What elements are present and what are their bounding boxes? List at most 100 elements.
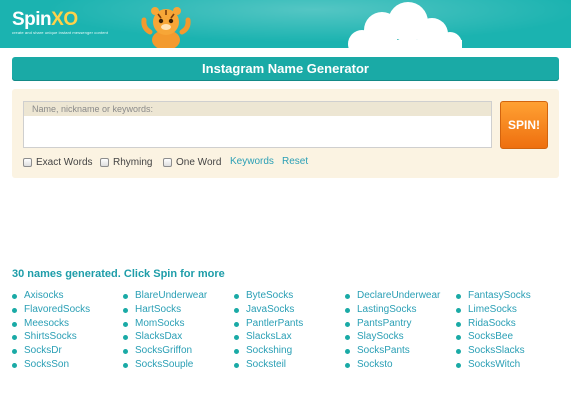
bullet-icon	[456, 294, 461, 299]
name-item[interactable]: ByteSocks	[234, 289, 346, 303]
name-text[interactable]: ShirtsSocks	[24, 331, 77, 342]
name-item[interactable]: SocksDr	[12, 344, 124, 358]
name-item[interactable]: Socksto	[345, 358, 457, 372]
name-item[interactable]: JavaSocks	[234, 303, 346, 317]
spin-button[interactable]: SPIN!	[500, 101, 548, 149]
logo-text: Spin	[12, 9, 52, 30]
name-item[interactable]: FantasySocks	[456, 289, 568, 303]
bullet-icon	[12, 307, 17, 313]
name-text[interactable]: DeclareUnderwear	[357, 290, 440, 301]
name-item[interactable]: SocksSlacks	[456, 344, 568, 358]
bullet-icon	[345, 335, 350, 341]
names-column: DeclareUnderwear LastingSocks PantsPantr…	[345, 289, 457, 372]
name-item[interactable]: SocksSon	[12, 358, 124, 372]
bullet-icon	[345, 294, 350, 299]
page-title: Instagram Name Generator	[12, 57, 559, 81]
name-text[interactable]: BlareUnderwear	[135, 290, 207, 301]
one-word-checkbox[interactable]	[163, 157, 172, 167]
bullet-icon	[456, 321, 461, 327]
name-item[interactable]: PantlerPants	[234, 317, 346, 331]
name-item[interactable]: Meesocks	[12, 317, 124, 331]
name-text[interactable]: MomSocks	[135, 318, 184, 329]
name-text[interactable]: HartSocks	[135, 304, 181, 315]
name-text[interactable]: FlavoredSocks	[24, 304, 90, 315]
rhyming-option[interactable]: Rhyming	[100, 156, 152, 168]
name-text[interactable]: SocksDr	[24, 345, 62, 356]
one-word-option[interactable]: One Word	[163, 156, 221, 168]
keywords-input-label: Name, nickname or keywords:	[24, 102, 491, 116]
bullet-icon	[456, 307, 461, 313]
rhyming-label: Rhyming	[113, 156, 153, 168]
bullet-icon	[12, 321, 17, 327]
name-text[interactable]: FantasySocks	[468, 290, 531, 301]
name-item[interactable]: SocksSouple	[123, 358, 235, 372]
name-text[interactable]: Sockshing	[246, 345, 292, 356]
name-item[interactable]: SocksWitch	[456, 358, 568, 372]
bullet-icon	[123, 362, 128, 368]
bullet-icon	[456, 362, 461, 368]
exact-words-checkbox[interactable]	[23, 157, 32, 167]
bullet-icon	[234, 307, 239, 313]
name-item[interactable]: SocksPants	[345, 344, 457, 358]
name-item[interactable]: BlareUnderwear	[123, 289, 235, 303]
name-item[interactable]: Axisocks	[12, 289, 124, 303]
names-column: ByteSocks JavaSocks PantlerPants SlacksL…	[234, 289, 346, 372]
name-item[interactable]: Sockshing	[234, 344, 346, 358]
rhyming-checkbox[interactable]	[100, 157, 109, 167]
generated-names-list: Axisocks FlavoredSocks Meesocks ShirtsSo…	[12, 289, 562, 379]
name-text[interactable]: Axisocks	[24, 290, 63, 301]
name-item[interactable]: SlacksDax	[123, 330, 235, 344]
name-item[interactable]: SlaySocks	[345, 330, 457, 344]
name-item[interactable]: PantsPantry	[345, 317, 457, 331]
site-header: SpinXO create and share unique instant m…	[0, 0, 571, 48]
name-text[interactable]: SocksSlacks	[468, 345, 525, 356]
bullet-icon	[234, 335, 239, 341]
name-text[interactable]: SlaySocks	[357, 331, 404, 342]
bullet-icon	[123, 321, 128, 327]
reset-link[interactable]: Reset	[282, 156, 308, 168]
name-text[interactable]: SocksSon	[24, 359, 69, 370]
name-item[interactable]: SocksGriffon	[123, 344, 235, 358]
name-text[interactable]: PantlerPants	[246, 318, 303, 329]
bullet-icon	[234, 294, 239, 299]
exact-words-option[interactable]: Exact Words	[23, 156, 93, 168]
name-text[interactable]: ByteSocks	[246, 290, 293, 301]
name-item[interactable]: ShirtsSocks	[12, 330, 124, 344]
name-text[interactable]: RidaSocks	[468, 318, 516, 329]
name-text[interactable]: SocksGriffon	[135, 345, 192, 356]
bullet-icon	[12, 294, 17, 299]
logo-tagline: create and share unique instant messenge…	[12, 30, 109, 35]
name-text[interactable]: Meesocks	[24, 318, 69, 329]
name-text[interactable]: Socksteil	[246, 359, 286, 370]
name-text[interactable]: PantsPantry	[357, 318, 411, 329]
spinxo-logo[interactable]: SpinXO	[12, 9, 78, 31]
name-item[interactable]: MomSocks	[123, 317, 235, 331]
name-text[interactable]: SocksPants	[357, 345, 410, 356]
clouds-decoration-icon	[348, 2, 462, 48]
name-text[interactable]: LastingSocks	[357, 304, 416, 315]
name-item[interactable]: SlacksLax	[234, 330, 346, 344]
name-item[interactable]: DeclareUnderwear	[345, 289, 457, 303]
name-item[interactable]: HartSocks	[123, 303, 235, 317]
bullet-icon	[345, 321, 350, 327]
name-text[interactable]: JavaSocks	[246, 304, 294, 315]
name-text[interactable]: SlacksDax	[135, 331, 182, 342]
name-text[interactable]: SocksWitch	[468, 359, 520, 370]
name-text[interactable]: LimeSocks	[468, 304, 517, 315]
name-item[interactable]: LimeSocks	[456, 303, 568, 317]
name-item[interactable]: FlavoredSocks	[12, 303, 124, 317]
exact-words-label: Exact Words	[36, 156, 93, 168]
name-text[interactable]: SocksSouple	[135, 359, 193, 370]
name-item[interactable]: Socksteil	[234, 358, 346, 372]
name-text[interactable]: SocksBee	[468, 331, 513, 342]
bullet-icon	[456, 349, 461, 354]
name-text[interactable]: Socksto	[357, 359, 393, 370]
name-item[interactable]: SocksBee	[456, 330, 568, 344]
names-column: BlareUnderwear HartSocks MomSocks Slacks…	[123, 289, 235, 372]
keywords-link[interactable]: Keywords	[230, 156, 274, 168]
name-text[interactable]: SlacksLax	[246, 331, 292, 342]
name-item[interactable]: LastingSocks	[345, 303, 457, 317]
name-item[interactable]: RidaSocks	[456, 317, 568, 331]
keywords-input[interactable]: Name, nickname or keywords:	[23, 101, 492, 148]
bullet-icon	[12, 362, 17, 368]
